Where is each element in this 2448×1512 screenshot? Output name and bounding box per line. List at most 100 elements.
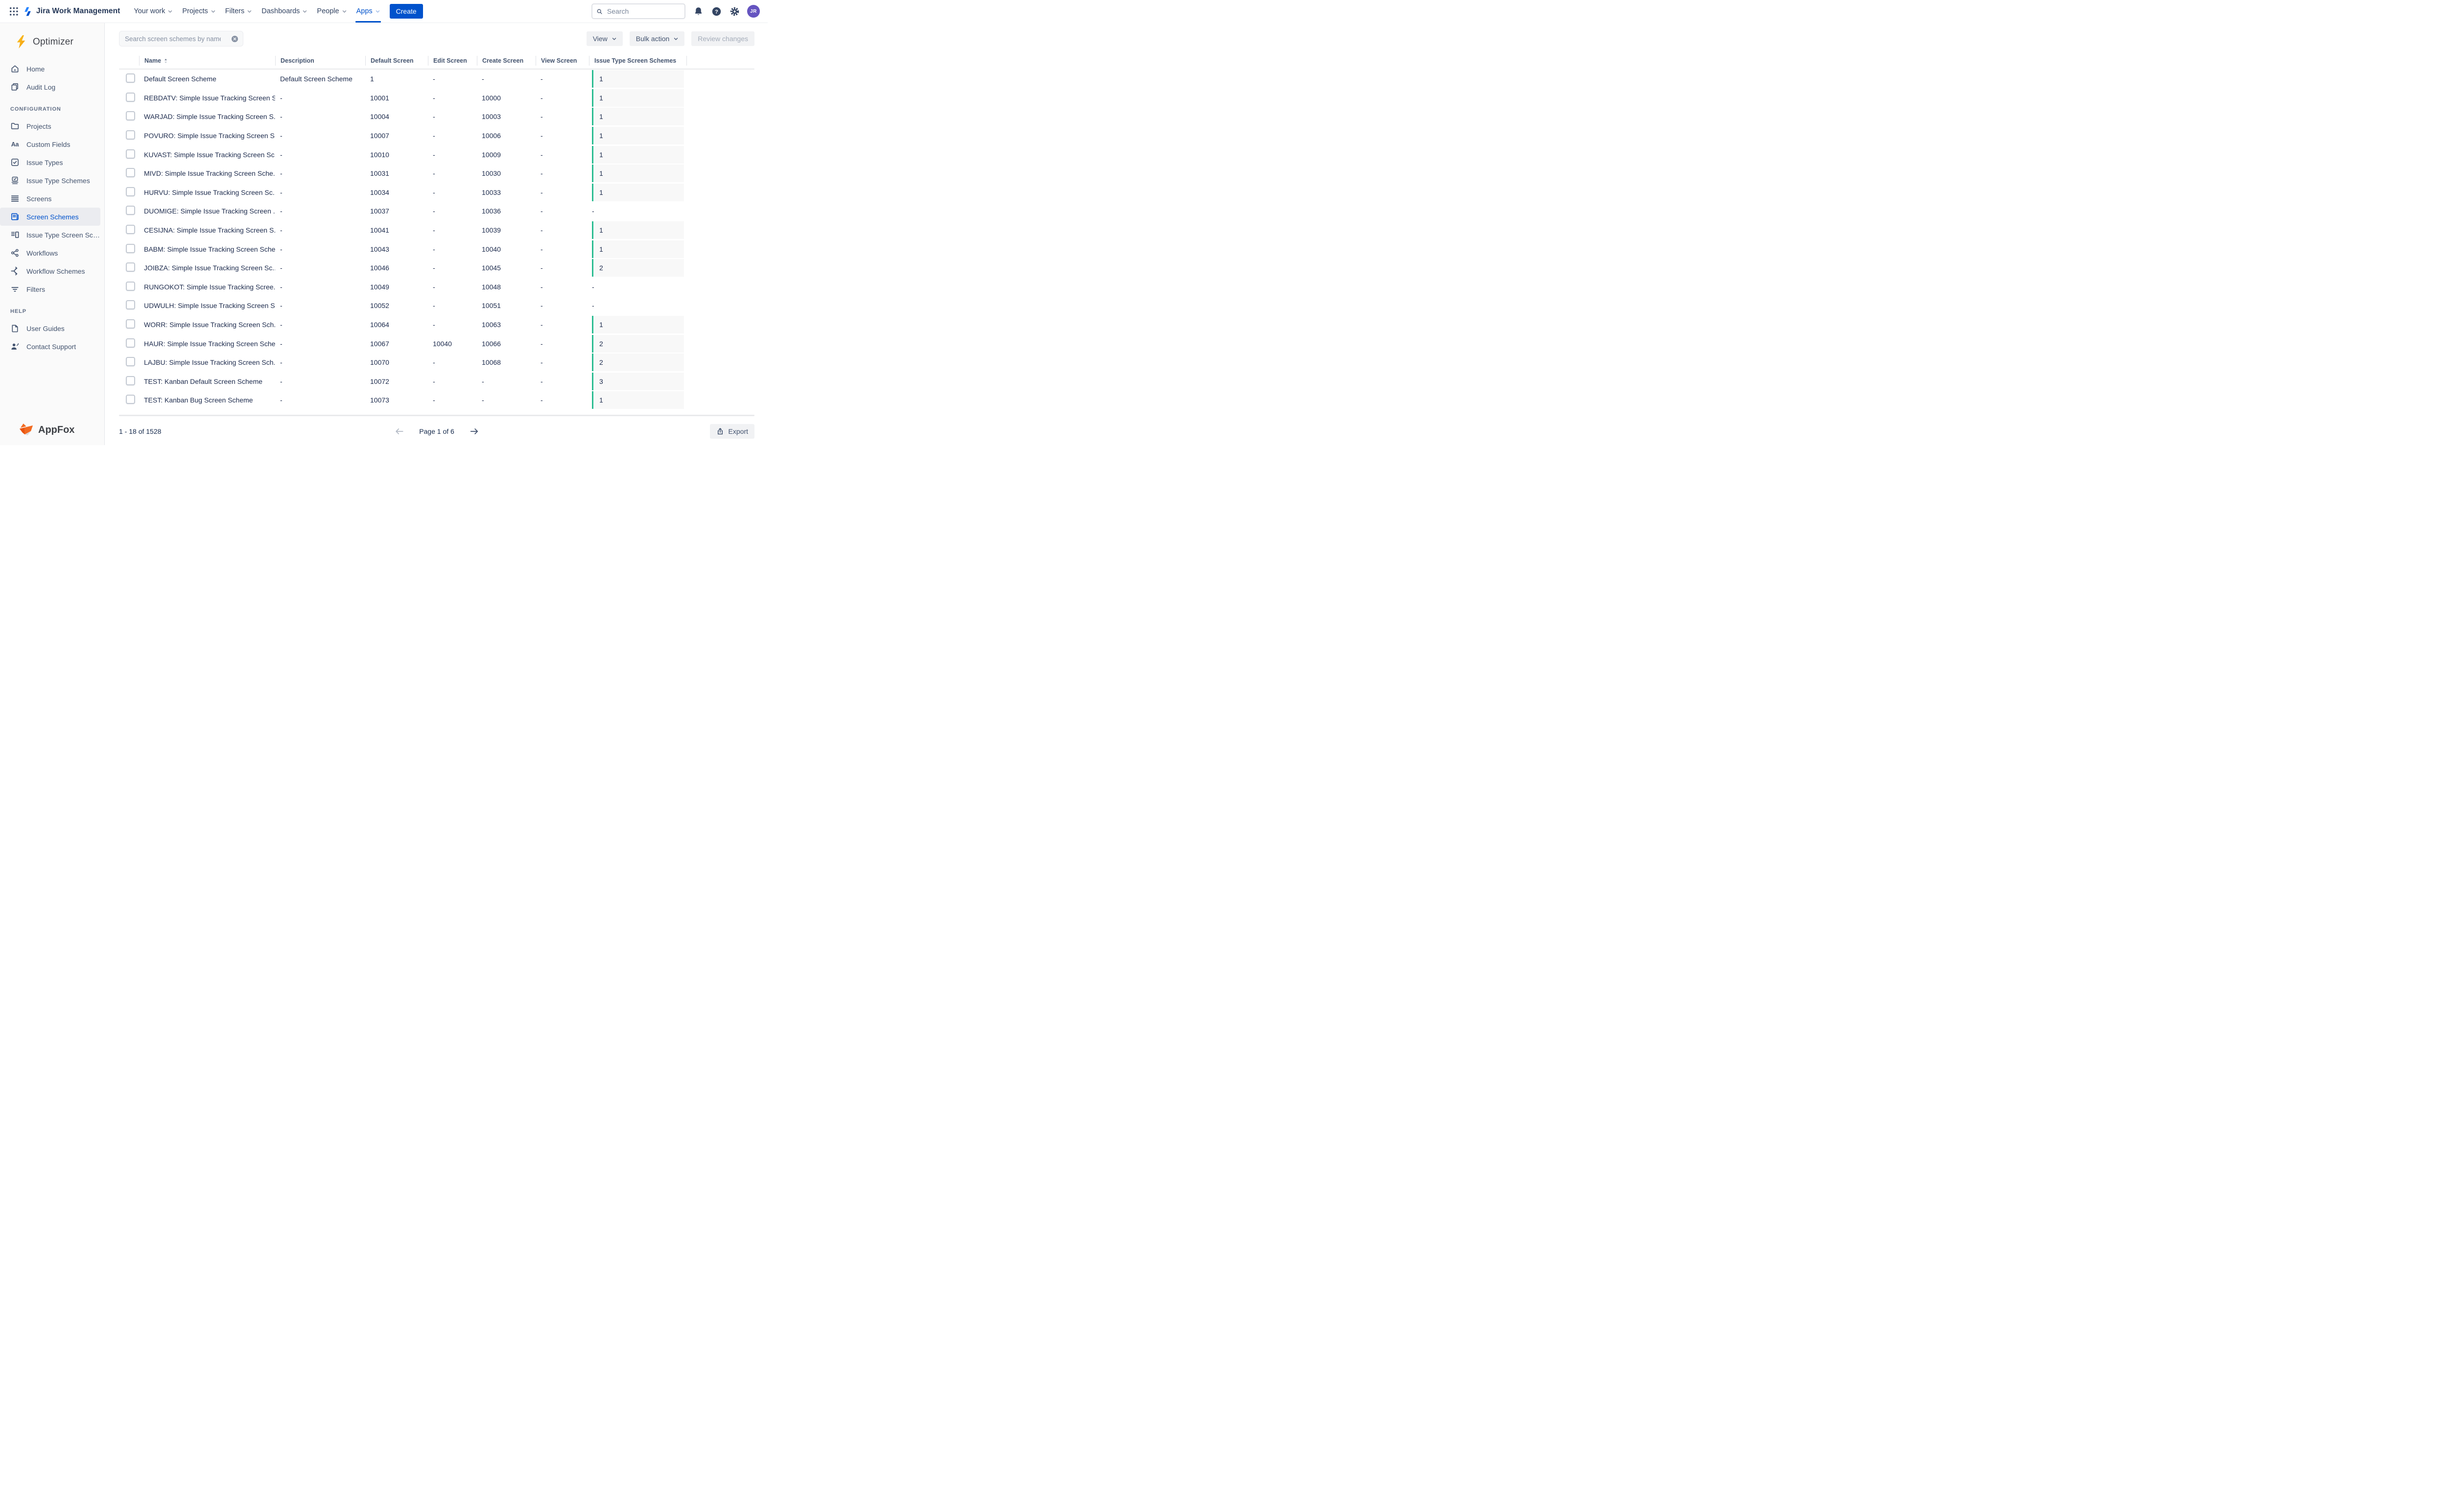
nav-item-label: Your work [134, 7, 165, 15]
row-checkbox[interactable] [126, 168, 135, 177]
sidebar-item-label: Screen Schemes [26, 213, 79, 221]
checkbox-cell [119, 300, 139, 311]
create-screen-cell: 10051 [477, 302, 536, 309]
global-search-input[interactable] [606, 7, 681, 16]
nav-item-people[interactable]: People [312, 0, 351, 23]
row-checkbox[interactable] [126, 149, 135, 159]
row-checkbox[interactable] [126, 111, 135, 120]
create-screen-cell: 10039 [477, 226, 536, 234]
fox-icon [19, 423, 34, 437]
edit-screen-cell: - [428, 358, 477, 366]
sidebar-item-projects[interactable]: Projects [0, 117, 100, 135]
avatar[interactable]: JR [747, 5, 760, 18]
table-bottom-scrollbar[interactable] [119, 415, 754, 416]
create-screen-cell: 10036 [477, 207, 536, 215]
view-screen-cell: - [536, 302, 589, 309]
chevron-down-icon [211, 10, 215, 13]
row-checkbox[interactable] [126, 319, 135, 329]
description-cell: - [275, 113, 365, 120]
app-switcher-icon[interactable] [6, 3, 22, 19]
bulk-action-button[interactable]: Bulk action [630, 31, 684, 46]
description-cell: - [275, 283, 365, 291]
column-header-view-screen[interactable]: View Screen [536, 56, 589, 66]
issue-type-screen-schemes-cell: 2 [589, 335, 686, 353]
sidebar-item-label: Contact Support [26, 343, 76, 351]
help-icon[interactable]: ? [711, 6, 722, 17]
checkbox-cell [119, 338, 139, 349]
previous-page-arrow-icon[interactable] [395, 427, 404, 435]
workflow-schemes-icon [10, 266, 20, 276]
clear-search-icon[interactable] [231, 35, 238, 43]
row-checkbox[interactable] [126, 206, 135, 215]
nav-item-dashboards[interactable]: Dashboards [257, 0, 312, 23]
nav-item-filters[interactable]: Filters [220, 0, 257, 23]
issue-types-icon [10, 158, 20, 167]
filters-icon [10, 284, 20, 294]
scheme-search[interactable] [119, 31, 243, 47]
sidebar-item-audit-log[interactable]: Audit Log [0, 78, 100, 96]
issue-type-screen-schemes-cell: - [589, 207, 686, 215]
column-header-create-screen[interactable]: Create Screen [477, 56, 536, 66]
jira-logo[interactable]: Jira Work Management [23, 6, 120, 17]
nav-item-projects[interactable]: Projects [177, 0, 220, 23]
row-checkbox[interactable] [126, 73, 135, 83]
row-checkbox[interactable] [126, 244, 135, 253]
scheme-name-cell: DUOMIGE: Simple Issue Tracking Screen ..… [139, 207, 275, 215]
nav-item-your-work[interactable]: Your work [129, 0, 177, 23]
sidebar-item-workflow-schemes[interactable]: Workflow Schemes [0, 262, 100, 280]
edit-screen-cell: - [428, 321, 477, 329]
row-checkbox[interactable] [126, 262, 135, 272]
row-checkbox[interactable] [126, 130, 135, 140]
sidebar-item-issue-types[interactable]: Issue Types [0, 153, 100, 171]
column-header-description[interactable]: Description [275, 56, 365, 66]
issue-type-screen-schemes-cell: 1 [589, 184, 686, 201]
column-header-issue-type-screen-schemes[interactable]: Issue Type Screen Schemes [589, 56, 686, 66]
sidebar-item-contact-support[interactable]: Contact Support [0, 337, 100, 355]
custom-fields-icon: Aa [10, 140, 20, 149]
global-search[interactable] [591, 3, 685, 19]
next-page-arrow-icon[interactable] [469, 427, 479, 435]
sidebar-item-home[interactable]: Home [0, 60, 100, 78]
row-checkbox[interactable] [126, 93, 135, 102]
help-section-label: HELP [0, 298, 104, 319]
table-body: Default Screen SchemeDefault Screen Sche… [119, 70, 754, 410]
folder-icon [10, 121, 20, 131]
sidebar-item-issue-type-screen-sch[interactable]: Issue Type Screen Sch... [0, 226, 100, 244]
sidebar-item-issue-type-schemes[interactable]: Issue Type Schemes [0, 171, 100, 189]
row-checkbox[interactable] [126, 282, 135, 291]
edit-screen-cell: - [428, 396, 477, 404]
sidebar-item-user-guides[interactable]: User Guides [0, 319, 100, 337]
row-checkbox[interactable] [126, 300, 135, 309]
view-button[interactable]: View [587, 31, 623, 46]
settings-gear-icon[interactable] [729, 6, 740, 17]
column-header-name[interactable]: Name [139, 56, 275, 66]
create-button[interactable]: Create [390, 4, 423, 19]
sidebar-item-screen-schemes[interactable]: Screen Schemes [0, 208, 100, 226]
itss-count-chip: 1 [592, 316, 684, 333]
scheme-search-input[interactable] [124, 35, 222, 43]
scheme-name-cell: LAJBU: Simple Issue Tracking Screen Sch.… [139, 358, 275, 366]
row-checkbox[interactable] [126, 395, 135, 404]
table-row: POVURO: Simple Issue Tracking Screen S..… [119, 126, 754, 145]
sidebar-item-screens[interactable]: Screens [0, 189, 100, 208]
row-checkbox[interactable] [126, 376, 135, 385]
table-row: HAUR: Simple Issue Tracking Screen Sche.… [119, 334, 754, 353]
nav-item-apps[interactable]: Apps [352, 0, 385, 23]
sidebar-item-filters[interactable]: Filters [0, 280, 100, 298]
sidebar-item-custom-fields[interactable]: AaCustom Fields [0, 135, 100, 153]
issue-type-screen-schemes-cell: 2 [589, 354, 686, 371]
table-header: Name Description Default Screen Edit Scr… [119, 55, 754, 66]
edit-screen-cell: - [428, 113, 477, 120]
export-button[interactable]: Export [710, 424, 754, 439]
row-checkbox[interactable] [126, 187, 135, 196]
description-cell: - [275, 169, 365, 177]
row-checkbox[interactable] [126, 338, 135, 348]
column-header-default-screen[interactable]: Default Screen [365, 56, 428, 66]
row-checkbox[interactable] [126, 225, 135, 234]
column-header-edit-screen[interactable]: Edit Screen [428, 56, 477, 66]
sidebar-item-workflows[interactable]: Workflows [0, 244, 100, 262]
sidebar-top-items: HomeAudit Log [0, 60, 104, 96]
notifications-bell-icon[interactable] [693, 6, 704, 17]
review-changes-button[interactable]: Review changes [691, 31, 754, 46]
row-checkbox[interactable] [126, 357, 135, 366]
